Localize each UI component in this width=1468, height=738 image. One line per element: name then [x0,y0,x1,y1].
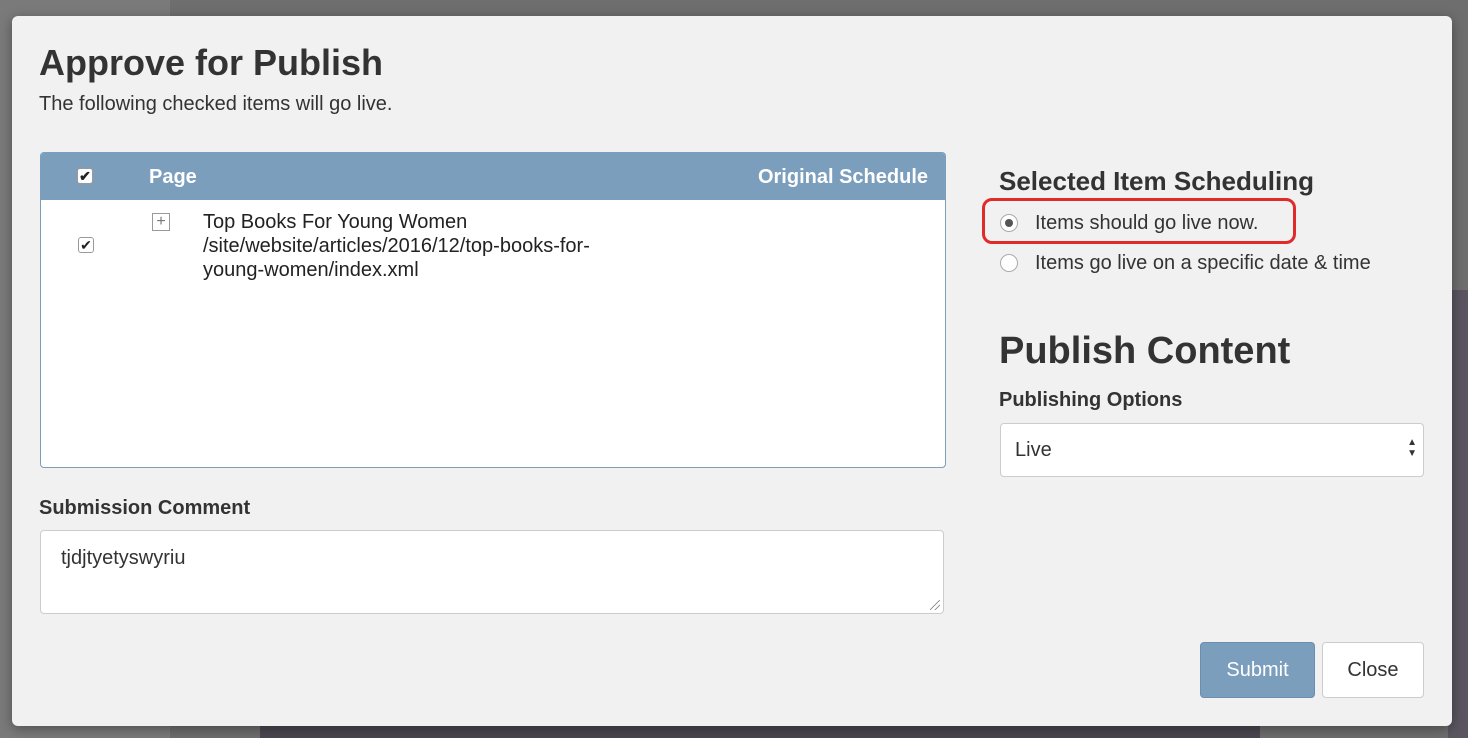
items-table: ✔ Page Original Schedule ✔ + Top Books F… [40,152,946,468]
background-image-bottom [260,724,1260,738]
submit-button[interactable]: Submit [1200,642,1315,698]
column-header-original-schedule[interactable]: Original Schedule [758,166,928,189]
row-checkbox[interactable]: ✔ [78,237,94,253]
radio-specific-date-label[interactable]: Items go live on a specific date & time [1035,252,1371,275]
expand-plus-icon[interactable]: + [152,213,170,231]
row-page-info: Top Books For Young Women /site/website/… [203,210,590,282]
dialog-subtitle: The following checked items will go live… [39,93,393,115]
resize-grip-icon[interactable] [930,600,940,610]
row-page-title: Top Books For Young Women [203,211,468,233]
publish-content-title: Publish Content [999,330,1291,372]
column-header-page[interactable]: Page [149,166,197,189]
up-down-arrows-icon: ▲ ▼ [1407,437,1417,459]
row-page-path-line2: young-women/index.xml [203,259,419,281]
close-button[interactable]: Close [1322,642,1424,698]
checkmark-icon: ✔ [79,168,91,184]
publishing-options-value: Live [1015,439,1052,461]
publishing-options-label: Publishing Options [999,389,1183,411]
submission-comment-textarea[interactable]: tjdjtyetyswyriu [40,530,944,614]
comment-text: tjdjtyetyswyriu [61,547,186,569]
row-page-path-line1: /site/website/articles/2016/12/top-books… [203,235,590,257]
approve-publish-dialog: Approve for Publish The following checke… [12,16,1452,726]
annotation-highlight-outline [982,198,1296,244]
comment-label: Submission Comment [39,497,251,519]
checkmark-icon: ✔ [80,237,92,253]
select-all-checkbox[interactable]: ✔ [77,168,93,184]
publishing-options-select[interactable]: Live ▲ ▼ [1000,423,1424,477]
scheduling-title: Selected Item Scheduling [999,166,1314,196]
dialog-title: Approve for Publish [39,42,384,83]
radio-unselected-icon[interactable] [1000,254,1018,272]
table-header: ✔ Page Original Schedule [41,153,945,200]
